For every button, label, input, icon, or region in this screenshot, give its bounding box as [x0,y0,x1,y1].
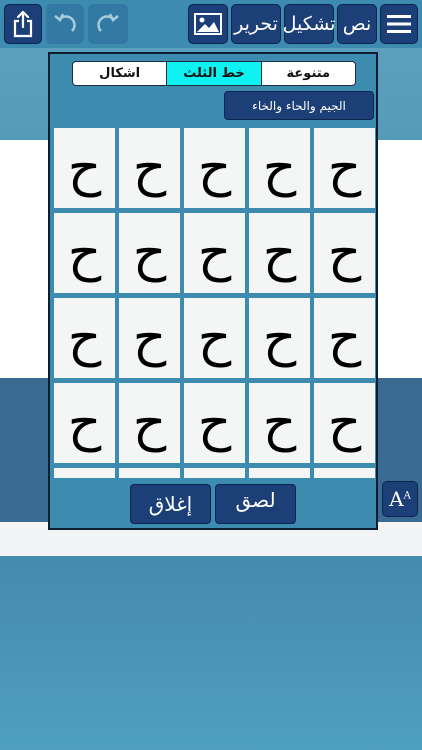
glyph-tile[interactable]: ح [184,298,245,378]
font-size-icon: AA [389,487,411,511]
glyph-tile[interactable]: ح [54,298,115,378]
redo-button[interactable] [88,4,128,44]
share-button[interactable] [4,4,42,44]
glyph-tile[interactable]: ح [119,128,180,208]
glyph-tile[interactable]: ح [314,468,375,478]
glyph-tile[interactable]: ح [249,383,310,463]
glyph-tile[interactable]: ح [249,128,310,208]
undo-icon [54,13,76,32]
glyph-tile[interactable]: ح [314,213,375,293]
tab-various[interactable]: متنوعة [262,62,355,85]
glyph-tile[interactable]: ح [314,128,375,208]
glyph-tile[interactable]: ح [314,298,375,378]
letter-group-button[interactable]: الجيم والحاء والخاء [224,91,374,120]
glyph-tile[interactable]: ح [249,213,310,293]
paste-button[interactable]: لصق [215,484,296,524]
glyph-tile[interactable]: ح [119,383,180,463]
glyph-tile[interactable]: ح [54,383,115,463]
redo-icon [97,13,119,32]
menu-button[interactable] [380,4,418,44]
share-icon [13,10,33,38]
text-label: نص [342,13,372,35]
glyph-tile[interactable]: ح [184,128,245,208]
glyph-tile[interactable]: ح [184,383,245,463]
close-label: إغلاق [148,492,193,516]
image-icon [194,13,222,35]
font-size-button[interactable]: AA [382,481,418,517]
glyph-tile[interactable]: ح [54,213,115,293]
tab-thuluth[interactable]: خط الثلث [167,62,262,85]
diacritics-label: تشكيل [282,13,336,35]
glyph-tile[interactable]: ح [184,468,245,478]
tab-shapes[interactable]: اشكال [73,62,168,85]
edit-button[interactable]: تحرير [231,4,281,44]
hamburger-menu-icon [387,15,411,33]
glyph-tile[interactable]: ح [54,128,115,208]
glyph-tile[interactable]: ح [314,383,375,463]
calligraphy-picker-panel: اشكال خط الثلث متنوعة الجيم والحاء والخا… [48,52,378,530]
glyph-grid: ححححححححححححححححححححححححح [52,126,376,478]
glyph-tile[interactable]: ح [184,213,245,293]
glyph-tile[interactable]: ح [119,298,180,378]
glyph-tile[interactable]: ح [54,468,115,478]
letter-group-label: الجيم والحاء والخاء [252,98,346,113]
glyph-tile[interactable]: ح [249,298,310,378]
glyph-tile[interactable]: ح [249,468,310,478]
close-button[interactable]: إغلاق [130,484,211,524]
text-button[interactable]: نص [337,4,377,44]
paste-label: لصق [235,488,276,512]
image-button[interactable] [188,4,228,44]
top-toolbar: تحرير تشكيل نص [0,0,422,48]
diacritics-button[interactable]: تشكيل [282,4,336,44]
style-tabs: اشكال خط الثلث متنوعة [72,61,356,86]
undo-button[interactable] [46,4,84,44]
edit-label: تحرير [234,13,278,35]
glyph-tile[interactable]: ح [119,213,180,293]
glyph-tile[interactable]: ح [119,468,180,478]
